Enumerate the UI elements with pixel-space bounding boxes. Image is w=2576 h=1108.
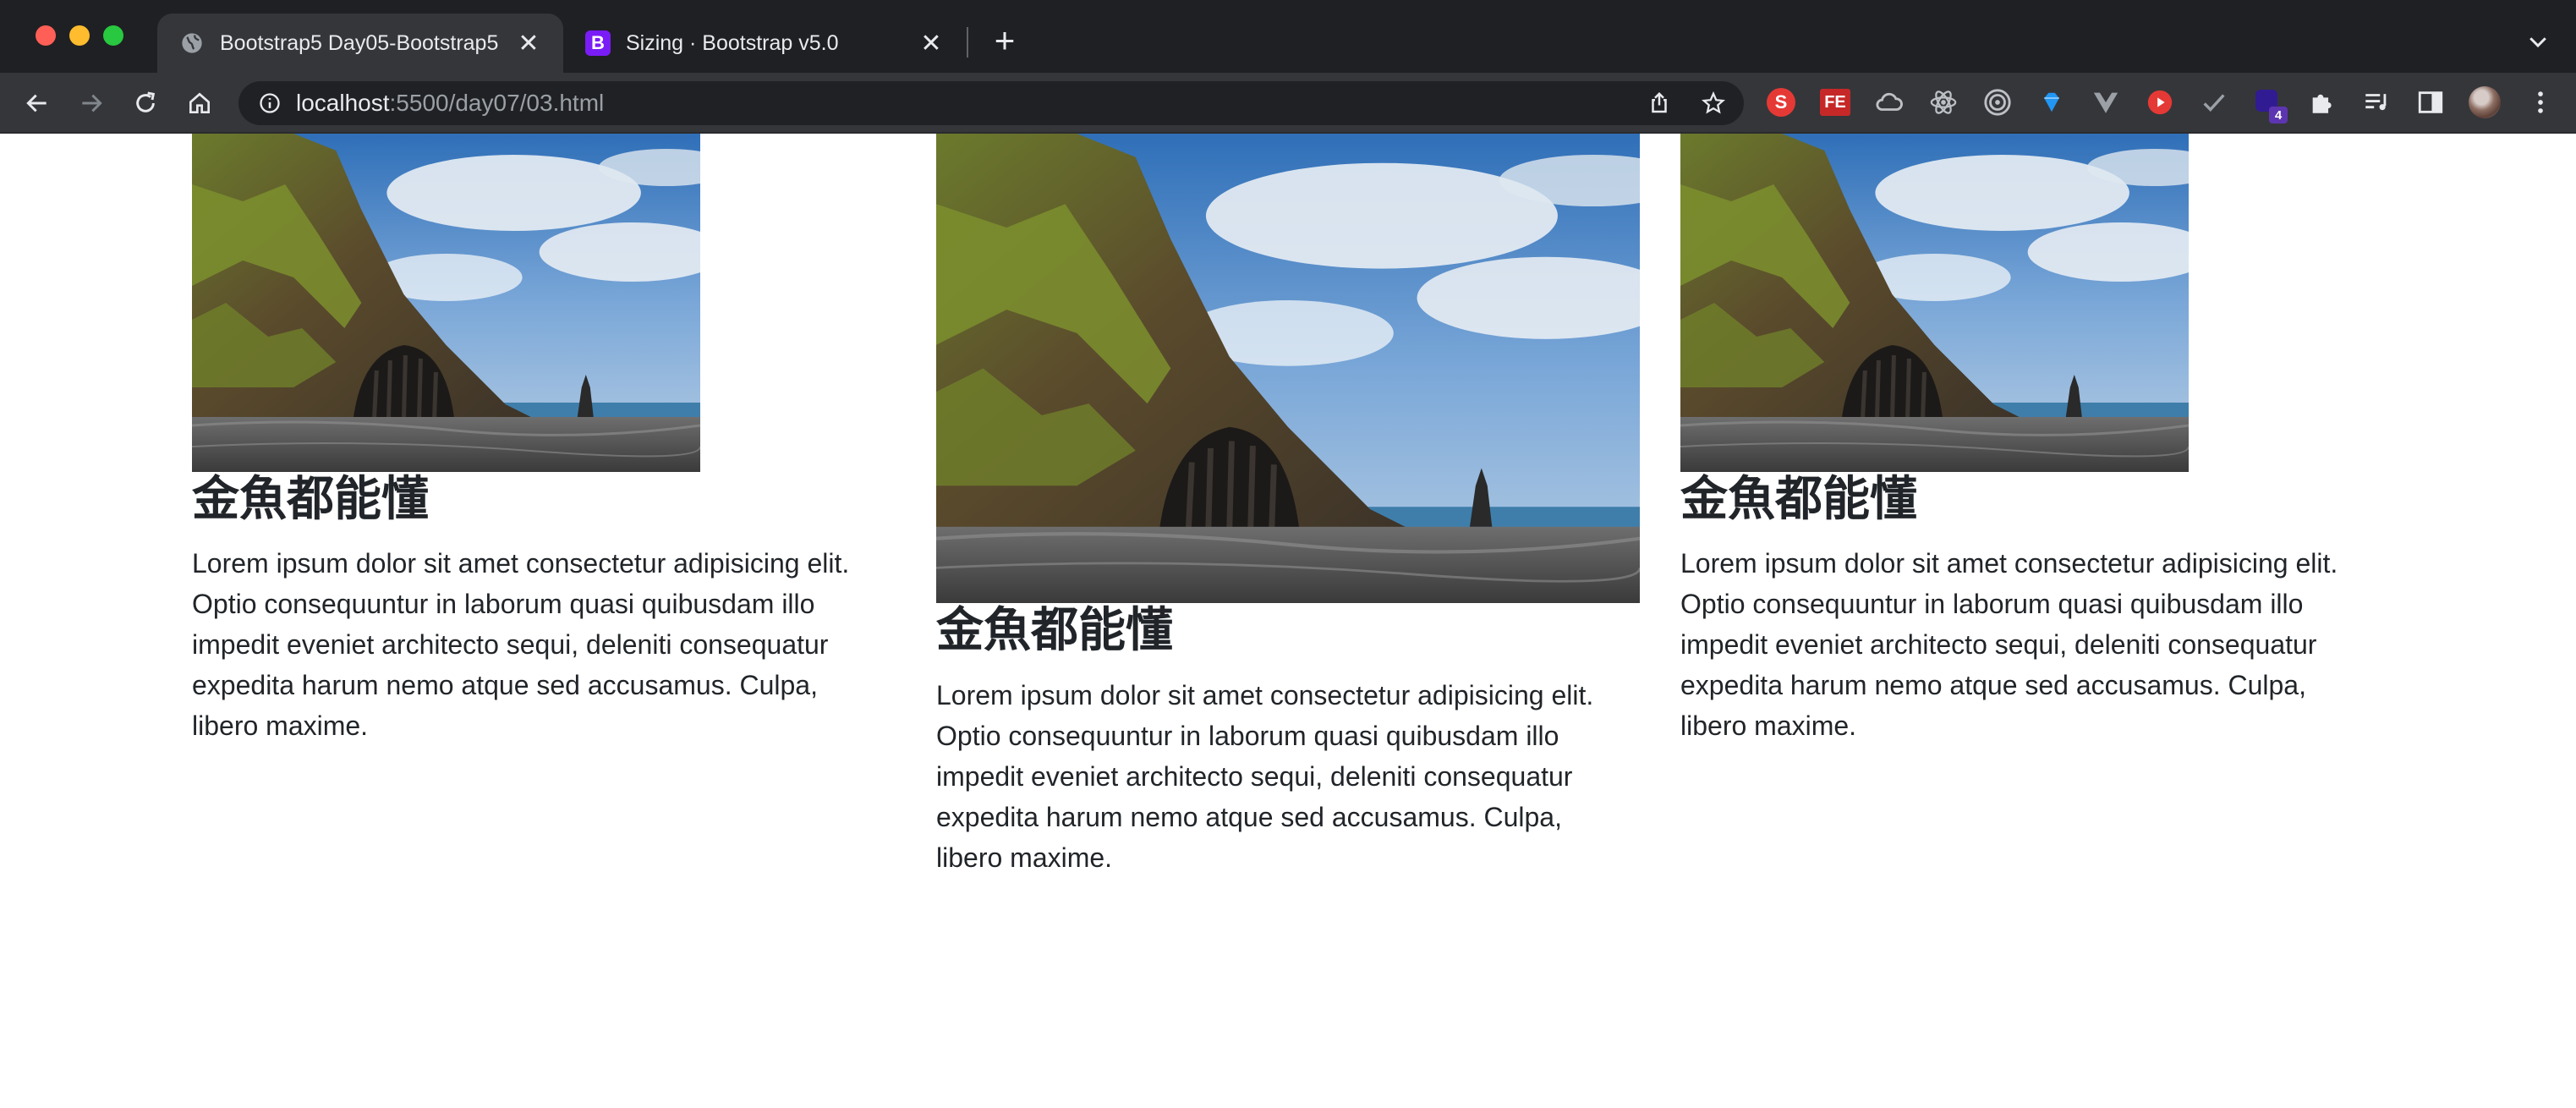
badge-extension-icon[interactable]: 4 bbox=[2251, 85, 2288, 123]
browser-toolbar: localhost:5500/day07/03.html bbox=[0, 73, 2576, 134]
card: 金魚都能懂 Lorem ipsum dolor sit amet consect… bbox=[192, 134, 885, 743]
vue-devtools-icon[interactable] bbox=[2089, 85, 2123, 119]
profile-avatar[interactable] bbox=[2468, 85, 2502, 119]
side-panel-icon[interactable] bbox=[2414, 85, 2447, 119]
card-text: Lorem ipsum dolor sit amet consectetur a… bbox=[1680, 548, 2338, 741]
address-path: :5500/day07/03.html bbox=[389, 90, 605, 116]
address-bar[interactable]: localhost:5500/day07/03.html bbox=[238, 81, 1744, 125]
youtube-extension-icon[interactable] bbox=[2143, 85, 2177, 119]
gem-extension-icon[interactable] bbox=[2035, 85, 2069, 119]
tab-sizing-bootstrap[interactable]: B Sizing · Bootstrap v5.0 ✕ bbox=[563, 14, 966, 73]
page-content: 金魚都能懂 Lorem ipsum dolor sit amet consect… bbox=[0, 134, 2576, 1108]
globe-icon bbox=[179, 30, 205, 56]
site-info-icon[interactable] bbox=[255, 89, 284, 118]
address-url: localhost:5500/day07/03.html bbox=[296, 90, 604, 117]
close-tab-icon[interactable]: ✕ bbox=[918, 30, 944, 58]
maximize-window-button[interactable] bbox=[103, 25, 123, 46]
address-host: localhost bbox=[296, 90, 390, 116]
more-menu-icon[interactable] bbox=[2524, 85, 2557, 119]
fe-extension-icon[interactable]: FE bbox=[1818, 85, 1852, 119]
target-extension-icon[interactable] bbox=[1981, 85, 2014, 119]
checkmark-extension-icon[interactable] bbox=[2197, 85, 2231, 119]
home-button[interactable] bbox=[183, 86, 216, 120]
bookmark-star-icon[interactable] bbox=[1698, 88, 1729, 118]
tab-title: Sizing · Bootstrap v5.0 bbox=[626, 30, 839, 55]
tab-separator bbox=[967, 27, 968, 58]
card-heading: 金魚都能懂 bbox=[1680, 472, 1917, 527]
bootstrap-icon: B bbox=[585, 30, 611, 56]
tab-bootstrap5-day05[interactable]: Bootstrap5 Day05-Bootstrap5 ✕ bbox=[157, 14, 563, 73]
reading-list-icon[interactable] bbox=[2360, 85, 2393, 119]
reload-button[interactable] bbox=[129, 86, 162, 120]
card-text: Lorem ipsum dolor sit amet consectetur a… bbox=[936, 680, 1594, 873]
forward-button[interactable] bbox=[74, 86, 108, 120]
tab-search-chevron-icon[interactable] bbox=[2525, 29, 2551, 54]
close-tab-icon[interactable]: ✕ bbox=[516, 30, 541, 58]
cloud-extension-icon[interactable] bbox=[1872, 85, 1906, 119]
landscape-image bbox=[192, 134, 700, 472]
browser-tab-bar: Bootstrap5 Day05-Bootstrap5 ✕ B Sizing ·… bbox=[0, 0, 2576, 73]
tab-title: Bootstrap5 Day05-Bootstrap5 bbox=[220, 30, 499, 55]
close-window-button[interactable] bbox=[36, 25, 56, 46]
new-tab-button[interactable]: + bbox=[986, 23, 1023, 61]
card-heading: 金魚都能懂 bbox=[936, 603, 1173, 658]
card: 金魚都能懂 Lorem ipsum dolor sit amet consect… bbox=[1680, 134, 2374, 743]
landscape-image bbox=[936, 134, 1640, 603]
extension-badge-count: 4 bbox=[2269, 107, 2288, 123]
back-button[interactable] bbox=[20, 86, 54, 120]
extensions-puzzle-icon[interactable] bbox=[2305, 85, 2339, 119]
card-text: Lorem ipsum dolor sit amet consectetur a… bbox=[192, 548, 850, 741]
card-heading: 金魚都能懂 bbox=[192, 472, 429, 527]
react-devtools-icon[interactable] bbox=[1927, 85, 1960, 119]
minimize-window-button[interactable] bbox=[69, 25, 90, 46]
s-extension-icon[interactable]: S bbox=[1764, 85, 1798, 119]
share-icon[interactable] bbox=[1644, 88, 1674, 118]
landscape-image bbox=[1680, 134, 2189, 472]
card: 金魚都能懂 Lorem ipsum dolor sit amet consect… bbox=[936, 134, 1647, 878]
